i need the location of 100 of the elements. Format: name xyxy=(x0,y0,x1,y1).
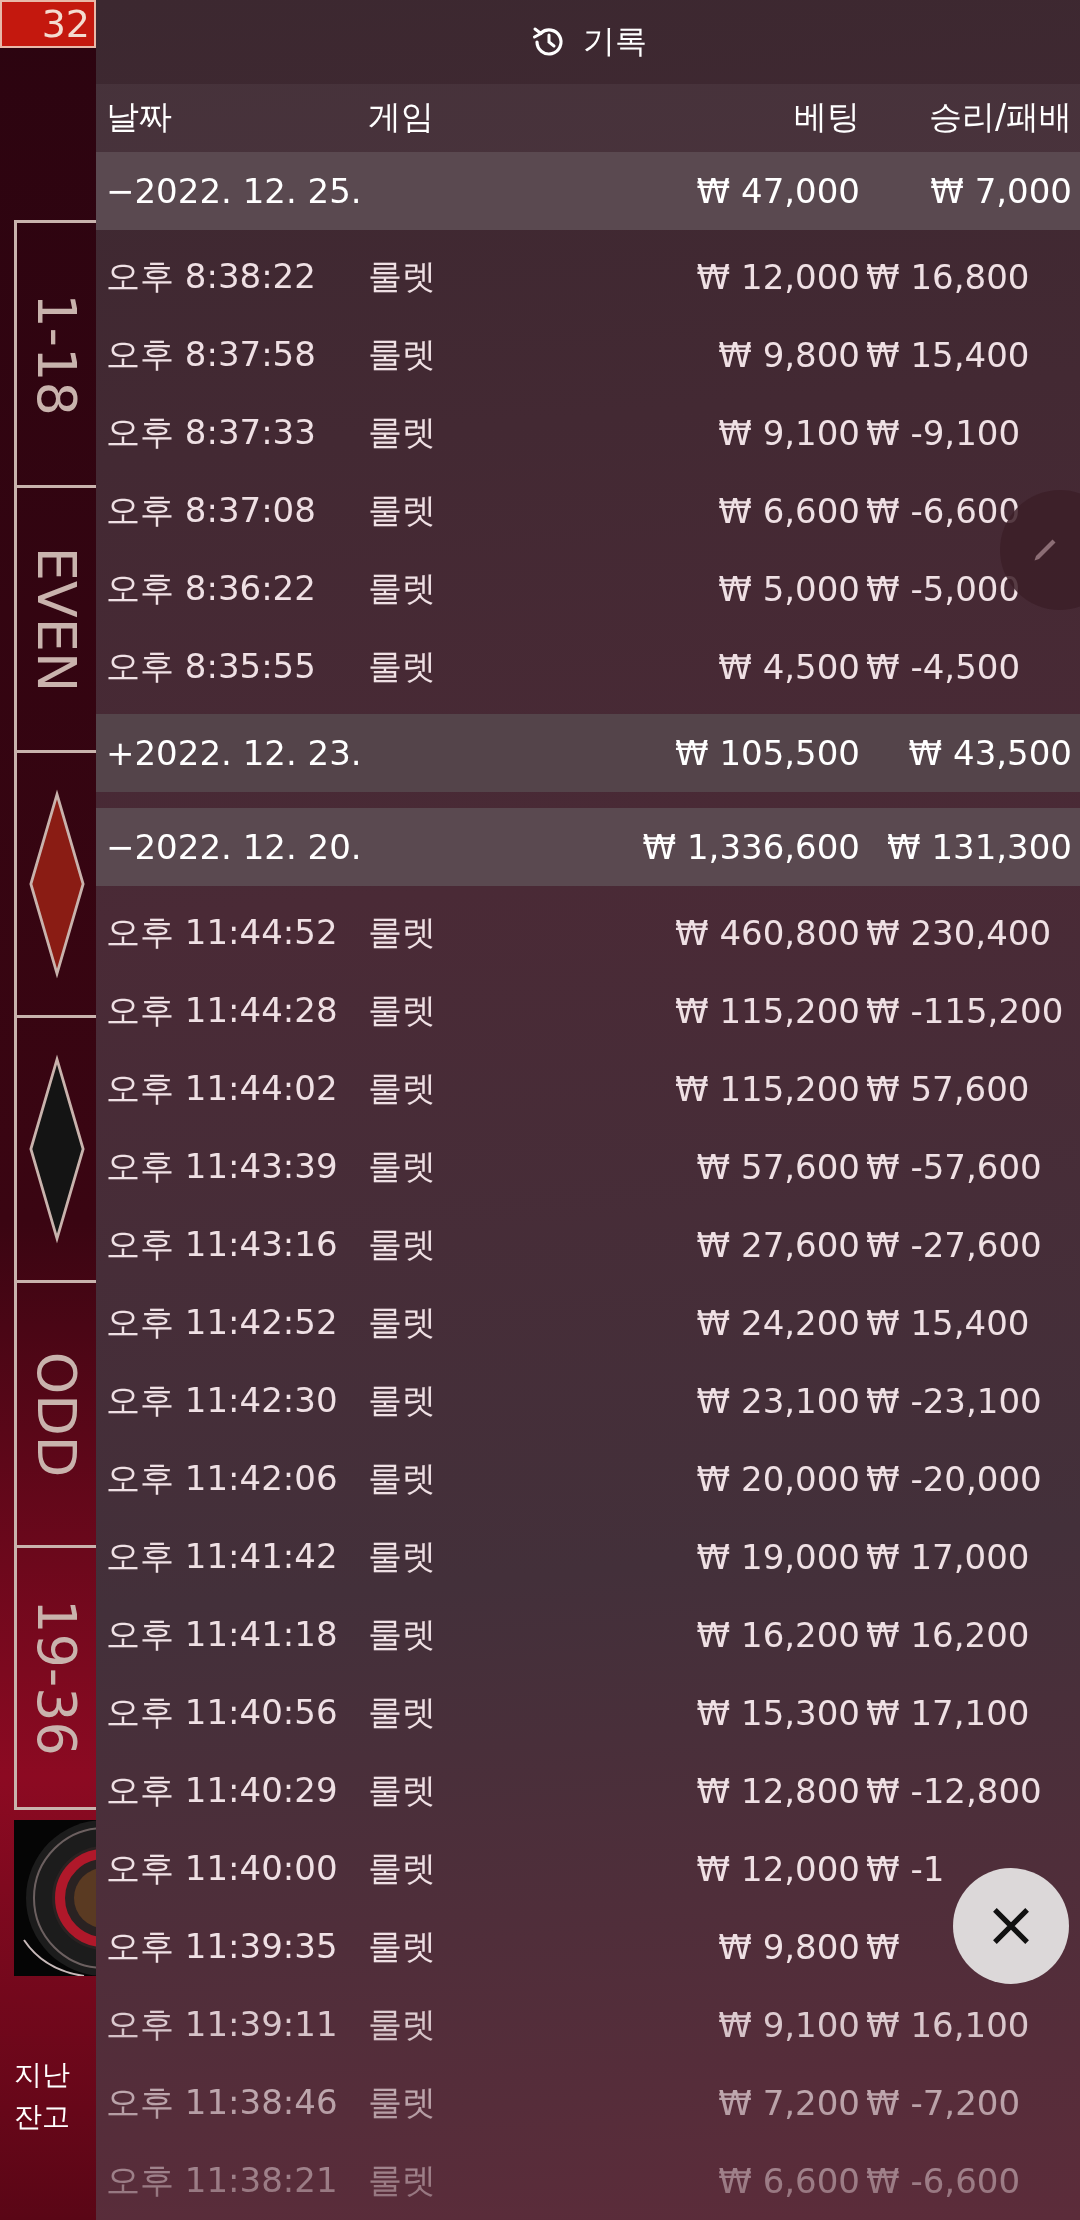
bet-amount-cell-text: ₩ 9,100 xyxy=(717,413,860,453)
result-amount-cell-text: ₩ -4,500 xyxy=(865,647,1022,687)
game-cell-text: 룰렛 xyxy=(368,333,437,376)
time-cell-text: 오후 11:44:02 xyxy=(106,1067,339,1110)
result-amount-cell-text: ₩ 15,400 xyxy=(865,335,1031,375)
result-amount-cell-text: ₩ -6,600 xyxy=(865,2161,1022,2201)
time-cell-text: 오후 11:38:21 xyxy=(106,2159,339,2202)
result-amount-cell-text: ₩ -12,800 xyxy=(865,1771,1043,1811)
bet-amount-cell-text: ₩ 27,600 xyxy=(695,1225,860,1265)
bet-label: EVEN xyxy=(25,546,88,692)
time-cell-text: 오후 8:37:58 xyxy=(106,333,317,376)
game-cell-text: 룰렛 xyxy=(368,1769,437,1812)
time-cell-text: 오후 11:43:39 xyxy=(106,1145,339,1188)
game-cell-text: 룰렛 xyxy=(368,1067,437,1110)
game-cell-text: 룰렛 xyxy=(368,1925,437,1968)
bet-amount-cell-text: ₩ 7,200 xyxy=(717,2083,860,2123)
column-header: 승리/패배 xyxy=(927,96,1072,139)
game-cell-text: 룰렛 xyxy=(368,489,437,532)
bet-amount-cell-text: ₩ 12,800 xyxy=(695,1771,860,1811)
result-amount-cell-text: ₩ -27,600 xyxy=(865,1225,1043,1265)
result-amount-cell-text: ₩ -9,100 xyxy=(865,413,1022,453)
time-cell-text: 오후 11:40:00 xyxy=(106,1847,339,1890)
bet-amount-cell-text: ₩ 5,000 xyxy=(717,569,860,609)
result-amount-cell-text: ₩ 16,200 xyxy=(865,1615,1031,1655)
game-cell-text: 룰렛 xyxy=(368,1223,437,1266)
time-cell-text: 오후 8:36:22 xyxy=(106,567,317,610)
bet-amount-cell-text: ₩ 20,000 xyxy=(695,1459,860,1499)
bet-amount-cell-text: ₩ 9,800 xyxy=(717,1927,860,1967)
game-cell-text: 룰렛 xyxy=(368,989,437,1032)
time-cell-text: 오후 11:39:11 xyxy=(106,2003,339,2046)
game-cell-text: 룰렛 xyxy=(368,1847,437,1890)
bet-amount-cell-text: ₩ 6,600 xyxy=(717,2161,860,2201)
game-cell-text: 룰렛 xyxy=(368,1145,437,1188)
result-amount-cell-text: ₩ 17,000 xyxy=(865,1537,1031,1577)
game-cell-text: 룰렛 xyxy=(368,2081,437,2124)
bet-amount-cell-text: ₩ 23,100 xyxy=(695,1381,860,1421)
info-text: 지난 xyxy=(14,2057,71,2093)
bet-amount-cell-text: ₩ 115,200 xyxy=(673,991,860,1031)
result-amount-cell-text: ₩ 230,400 xyxy=(865,913,1053,953)
result-amount-cell-text: ₩ 57,600 xyxy=(865,1069,1031,1109)
time-cell-text: 오후 8:38:22 xyxy=(106,255,317,298)
result-amount-cell-text: ₩ 17,100 xyxy=(865,1693,1031,1733)
result-amount-cell-text: ₩ -6,600 xyxy=(865,491,1022,531)
bet-amount-cell-text: ₩ 460,800 xyxy=(673,913,860,953)
game-cell-text: 룰렛 xyxy=(368,1613,437,1656)
game-cell-text: 룰렛 xyxy=(368,1691,437,1734)
time-cell-text: 오후 11:42:30 xyxy=(106,1379,339,1422)
bet-label: 19-36 xyxy=(25,1599,88,1756)
game-cell-text: 룰렛 xyxy=(368,1457,437,1500)
game-cell-text: 룰렛 xyxy=(368,1379,437,1422)
result-amount-cell-text: ₩ 16,800 xyxy=(865,257,1031,297)
time-cell-text: 오후 11:39:35 xyxy=(106,1925,339,1968)
bet-amount-cell-text: ₩ 12,000 xyxy=(695,257,860,297)
result-amount-cell-text: ₩ -5,000 xyxy=(865,569,1022,609)
bet-amount-cell-text: ₩ 19,000 xyxy=(695,1537,860,1577)
time-cell-text: 오후 11:44:28 xyxy=(106,989,339,1032)
result-amount-cell-text: ₩ -1 xyxy=(865,1849,946,1889)
bet-amount-cell-text: ₩ 9,100 xyxy=(717,2005,860,2045)
date-group-row[interactable]: +2022. 12. 23. ₩ 105,500 ₩ 43,500 xyxy=(96,714,1080,792)
game-cell-text: 룰렛 xyxy=(368,1301,437,1344)
bet-amount-cell-text: ₩ 9,800 xyxy=(717,335,860,375)
bet-amount-cell-text: ₩ 115,200 xyxy=(673,1069,860,1109)
bet-amount-cell-text: ₩ 12,000 xyxy=(695,1849,860,1889)
time-cell-text: 오후 8:37:33 xyxy=(106,411,317,454)
result-amount-cell-text: ₩ -20,000 xyxy=(865,1459,1043,1499)
time-cell-text: 오후 8:37:08 xyxy=(106,489,317,532)
time-cell-text: 오후 11:41:18 xyxy=(106,1613,339,1656)
time-cell-text: 오후 11:38:46 xyxy=(106,2081,339,2124)
bet-amount-cell-text: ₩ 57,600 xyxy=(695,1147,860,1187)
bet-amount-cell-text: ₩ 15,300 xyxy=(695,1693,860,1733)
game-cell-text: 룰렛 xyxy=(368,1535,437,1578)
bet-label: ODD xyxy=(25,1351,88,1477)
date-group-row[interactable]: −2022. 12. 20. ₩ 1,336,600 ₩ 131,300 xyxy=(96,808,1080,886)
result-amount-cell-text: ₩ xyxy=(865,1927,901,1967)
result-amount-cell-text: ₩ 16,100 xyxy=(865,2005,1031,2045)
time-cell-text: 오후 11:40:56 xyxy=(106,1691,339,1734)
game-cell-text: 룰렛 xyxy=(368,911,437,954)
game-cell-text: 룰렛 xyxy=(368,567,437,610)
game-cell-text: 룰렛 xyxy=(368,2159,437,2202)
game-cell-text: 룰렛 xyxy=(368,645,437,688)
time-cell-text: 오후 8:35:55 xyxy=(106,645,317,688)
time-cell-text: 오후 11:42:06 xyxy=(106,1457,339,1500)
bet-label: 1-18 xyxy=(25,292,88,416)
column-header: 베팅 xyxy=(793,96,860,139)
time-cell-text: 오후 11:42:52 xyxy=(106,1301,339,1344)
result-amount-cell-text: ₩ -57,600 xyxy=(865,1147,1043,1187)
info-text: 잔고 xyxy=(14,2099,71,2135)
time-cell-text: 오후 11:44:52 xyxy=(106,911,339,954)
bet-amount-cell-text: ₩ 16,200 xyxy=(695,1615,860,1655)
date-group-row[interactable]: −2022. 12. 25. ₩ 47,000 ₩ 7,000 xyxy=(96,152,1080,230)
bet-amount-cell-text: ₩ 6,600 xyxy=(717,491,860,531)
game-cell-text: 룰렛 xyxy=(368,255,437,298)
game-cell-text: 룰렛 xyxy=(368,411,437,454)
column-header: 날짜 xyxy=(106,96,173,139)
result-amount-cell-text: ₩ -7,200 xyxy=(865,2083,1022,2123)
result-amount-cell-text: ₩ -23,100 xyxy=(865,1381,1043,1421)
result-amount-cell-text: ₩ -115,200 xyxy=(865,991,1065,1031)
time-cell-text: 오후 11:40:29 xyxy=(106,1769,339,1812)
bet-amount-cell-text: ₩ 4,500 xyxy=(717,647,860,687)
result-amount-cell-text: ₩ 15,400 xyxy=(865,1303,1031,1343)
